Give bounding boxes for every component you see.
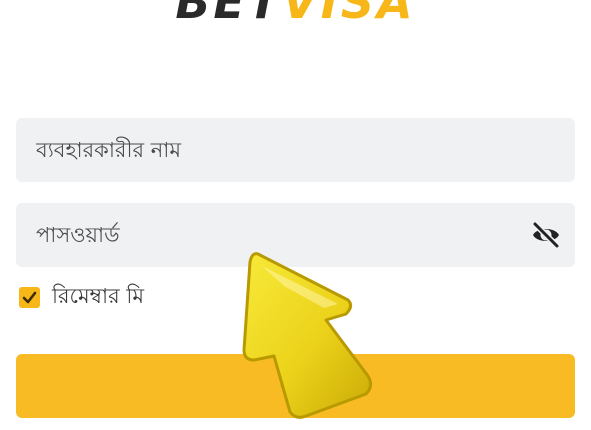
password-input[interactable] xyxy=(36,215,516,255)
login-button[interactable]: লগ xyxy=(16,354,575,418)
remember-me-label: রিমেম্বার মি xyxy=(52,283,145,308)
remember-me-checkbox[interactable] xyxy=(19,286,40,308)
password-field[interactable] xyxy=(16,203,575,267)
check-icon xyxy=(22,291,37,303)
logo-text-bet: BET xyxy=(175,0,283,29)
username-field[interactable] xyxy=(16,118,575,182)
logo-text-visa: VISA xyxy=(282,0,416,29)
brand-logo: BETVISA xyxy=(0,0,591,25)
username-input[interactable] xyxy=(36,130,516,170)
eye-off-icon[interactable] xyxy=(531,221,561,249)
remember-me-toggle[interactable]: রিমেম্বার মি xyxy=(19,282,144,312)
